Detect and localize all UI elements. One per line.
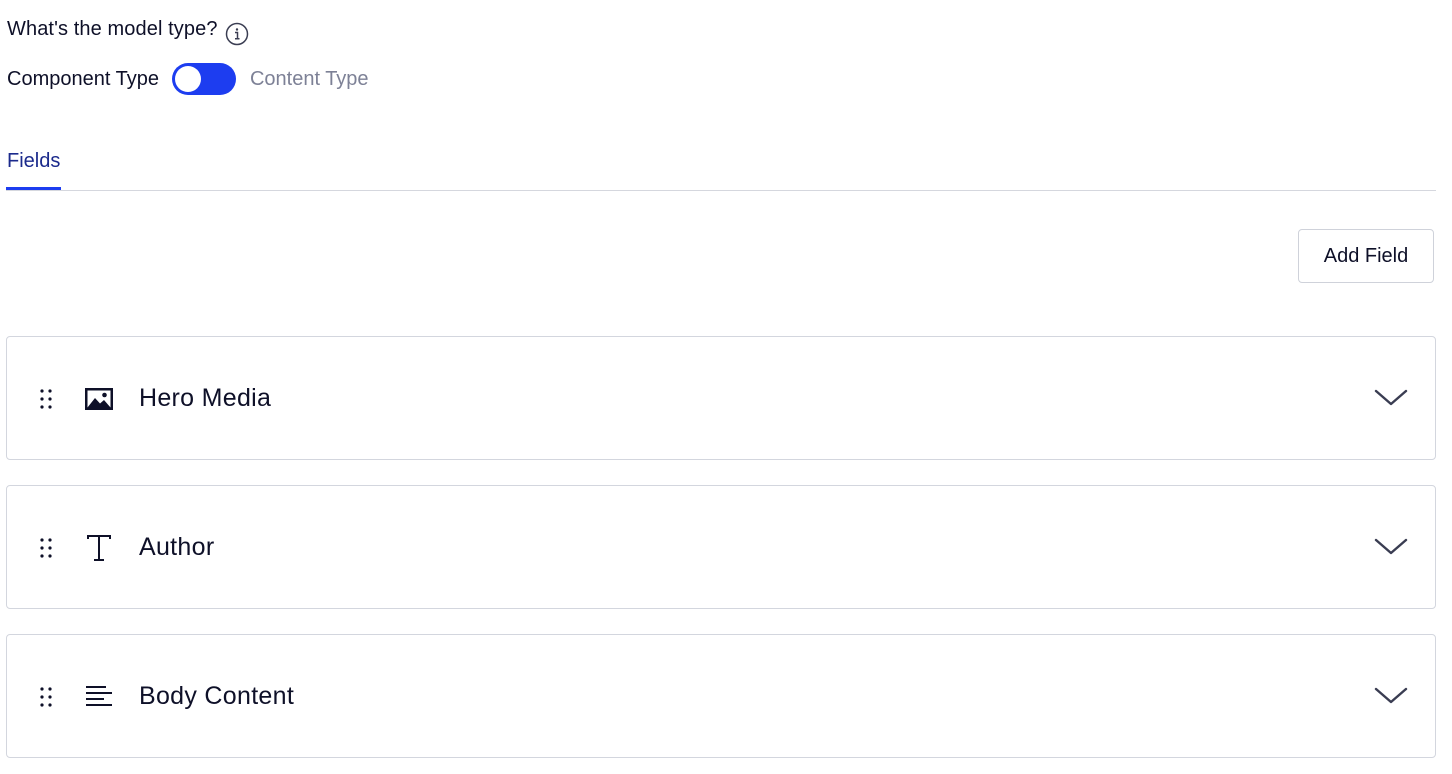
drag-handle-icon[interactable] [38, 536, 54, 560]
field-card-author[interactable]: Author [6, 485, 1436, 609]
text-icon [84, 533, 114, 563]
add-field-button[interactable]: Add Field [1298, 229, 1434, 283]
drag-handle-icon[interactable] [38, 685, 54, 709]
field-card-hero-media[interactable]: Hero Media [6, 336, 1436, 460]
tab-bar: Fields [6, 140, 1436, 191]
drag-handle-icon[interactable] [38, 387, 54, 411]
rich-text-icon [84, 682, 114, 712]
tab-fields[interactable]: Fields [6, 140, 62, 190]
model-type-toggle[interactable] [171, 63, 236, 95]
model-type-question-text: What's the model type? [7, 17, 218, 40]
chevron-down-icon[interactable] [1373, 533, 1409, 559]
info-icon[interactable] [225, 22, 249, 46]
content-type-label[interactable]: Content Type [250, 68, 369, 91]
image-icon [84, 384, 114, 414]
chevron-down-icon[interactable] [1373, 682, 1409, 708]
field-card-body-content[interactable]: Body Content [6, 634, 1436, 758]
chevron-down-icon[interactable] [1373, 384, 1409, 410]
model-type-question: What's the model type? [7, 12, 249, 46]
field-label: Author [139, 533, 215, 561]
field-label: Body Content [139, 682, 295, 710]
component-type-label[interactable]: Component Type [7, 68, 159, 91]
model-type-switch-row: Component Type Content Type [7, 63, 369, 95]
toggle-knob [174, 66, 201, 92]
field-label: Hero Media [139, 384, 272, 412]
